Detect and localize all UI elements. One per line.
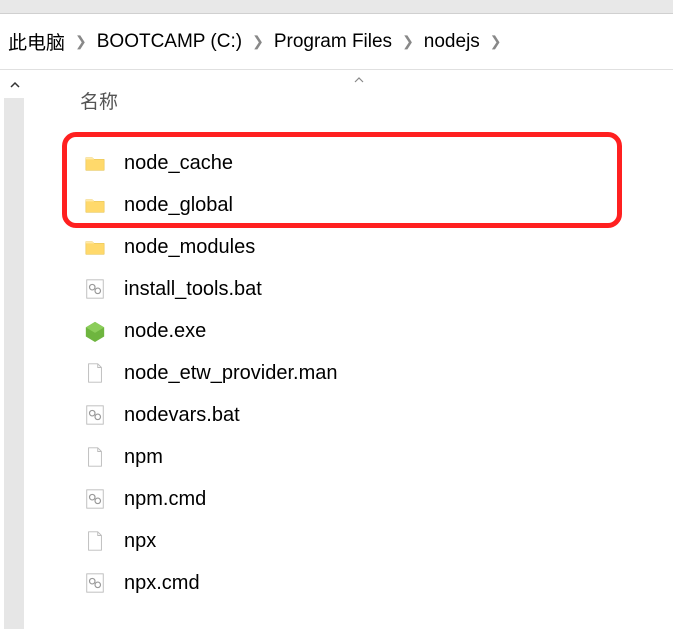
file-row[interactable]: nodevars.bat [32,394,673,436]
breadcrumb-item-thispc[interactable]: 此电脑 [8,28,65,55]
main-area: 名称 node_cache node_global node_modulesinst… [0,70,673,629]
breadcrumb: 此电脑 ❯ BOOTCAMP (C:) ❯ Program Files ❯ no… [0,14,673,70]
column-header-row: 名称 [32,78,673,122]
bat-file-icon [84,404,106,426]
chevron-right-icon[interactable]: ❯ [246,33,270,50]
bat-file-icon [84,572,106,594]
file-name-label: node_modules [124,236,255,259]
file-icon [84,446,106,468]
folder-icon [84,152,106,174]
folder-icon [84,194,106,216]
window-toolbar-strip [0,0,673,14]
file-row[interactable]: npx.cmd [32,562,673,604]
sort-caret-icon [353,74,365,88]
file-row[interactable]: install_tools.bat [32,268,673,310]
file-name-label: npm.cmd [124,488,206,511]
file-name-label: npx.cmd [124,572,200,595]
file-row[interactable]: npm.cmd [32,478,673,520]
file-name-label: node.exe [124,320,206,343]
file-row[interactable]: npx [32,520,673,562]
exe-icon [84,320,106,342]
file-row[interactable]: node_cache [32,142,673,184]
file-name-label: node_etw_provider.man [124,362,337,385]
chevron-right-icon[interactable]: ❯ [396,33,420,50]
file-icon [84,362,106,384]
file-row[interactable]: node_modules [32,226,673,268]
file-name-label: node_cache [124,152,233,175]
file-icon [84,530,106,552]
breadcrumb-item-nodejs[interactable]: nodejs [424,31,480,53]
chevron-right-icon[interactable]: ❯ [69,33,93,50]
file-name-label: npm [124,446,163,469]
file-list-panel: 名称 node_cache node_global node_modulesinst… [32,70,673,629]
file-row[interactable]: node_global [32,184,673,226]
tree-scrollbar [0,70,32,629]
file-list: node_cache node_global node_modulesinstall… [32,142,673,604]
column-header-name[interactable]: 名称 [74,87,118,114]
file-name-label: install_tools.bat [124,278,262,301]
chevron-right-icon[interactable]: ❯ [484,33,508,50]
bat-file-icon [84,278,106,300]
bat-file-icon [84,488,106,510]
folder-icon [84,236,106,258]
file-row[interactable]: node.exe [32,310,673,352]
file-name-label: node_global [124,194,233,217]
scroll-up-icon[interactable] [6,76,24,94]
file-name-label: nodevars.bat [124,404,240,427]
file-name-label: npx [124,530,156,553]
file-row[interactable]: npm [32,436,673,478]
file-row[interactable]: node_etw_provider.man [32,352,673,394]
breadcrumb-item-programfiles[interactable]: Program Files [274,31,392,53]
breadcrumb-item-drive[interactable]: BOOTCAMP (C:) [97,31,242,53]
scroll-track[interactable] [4,98,24,629]
